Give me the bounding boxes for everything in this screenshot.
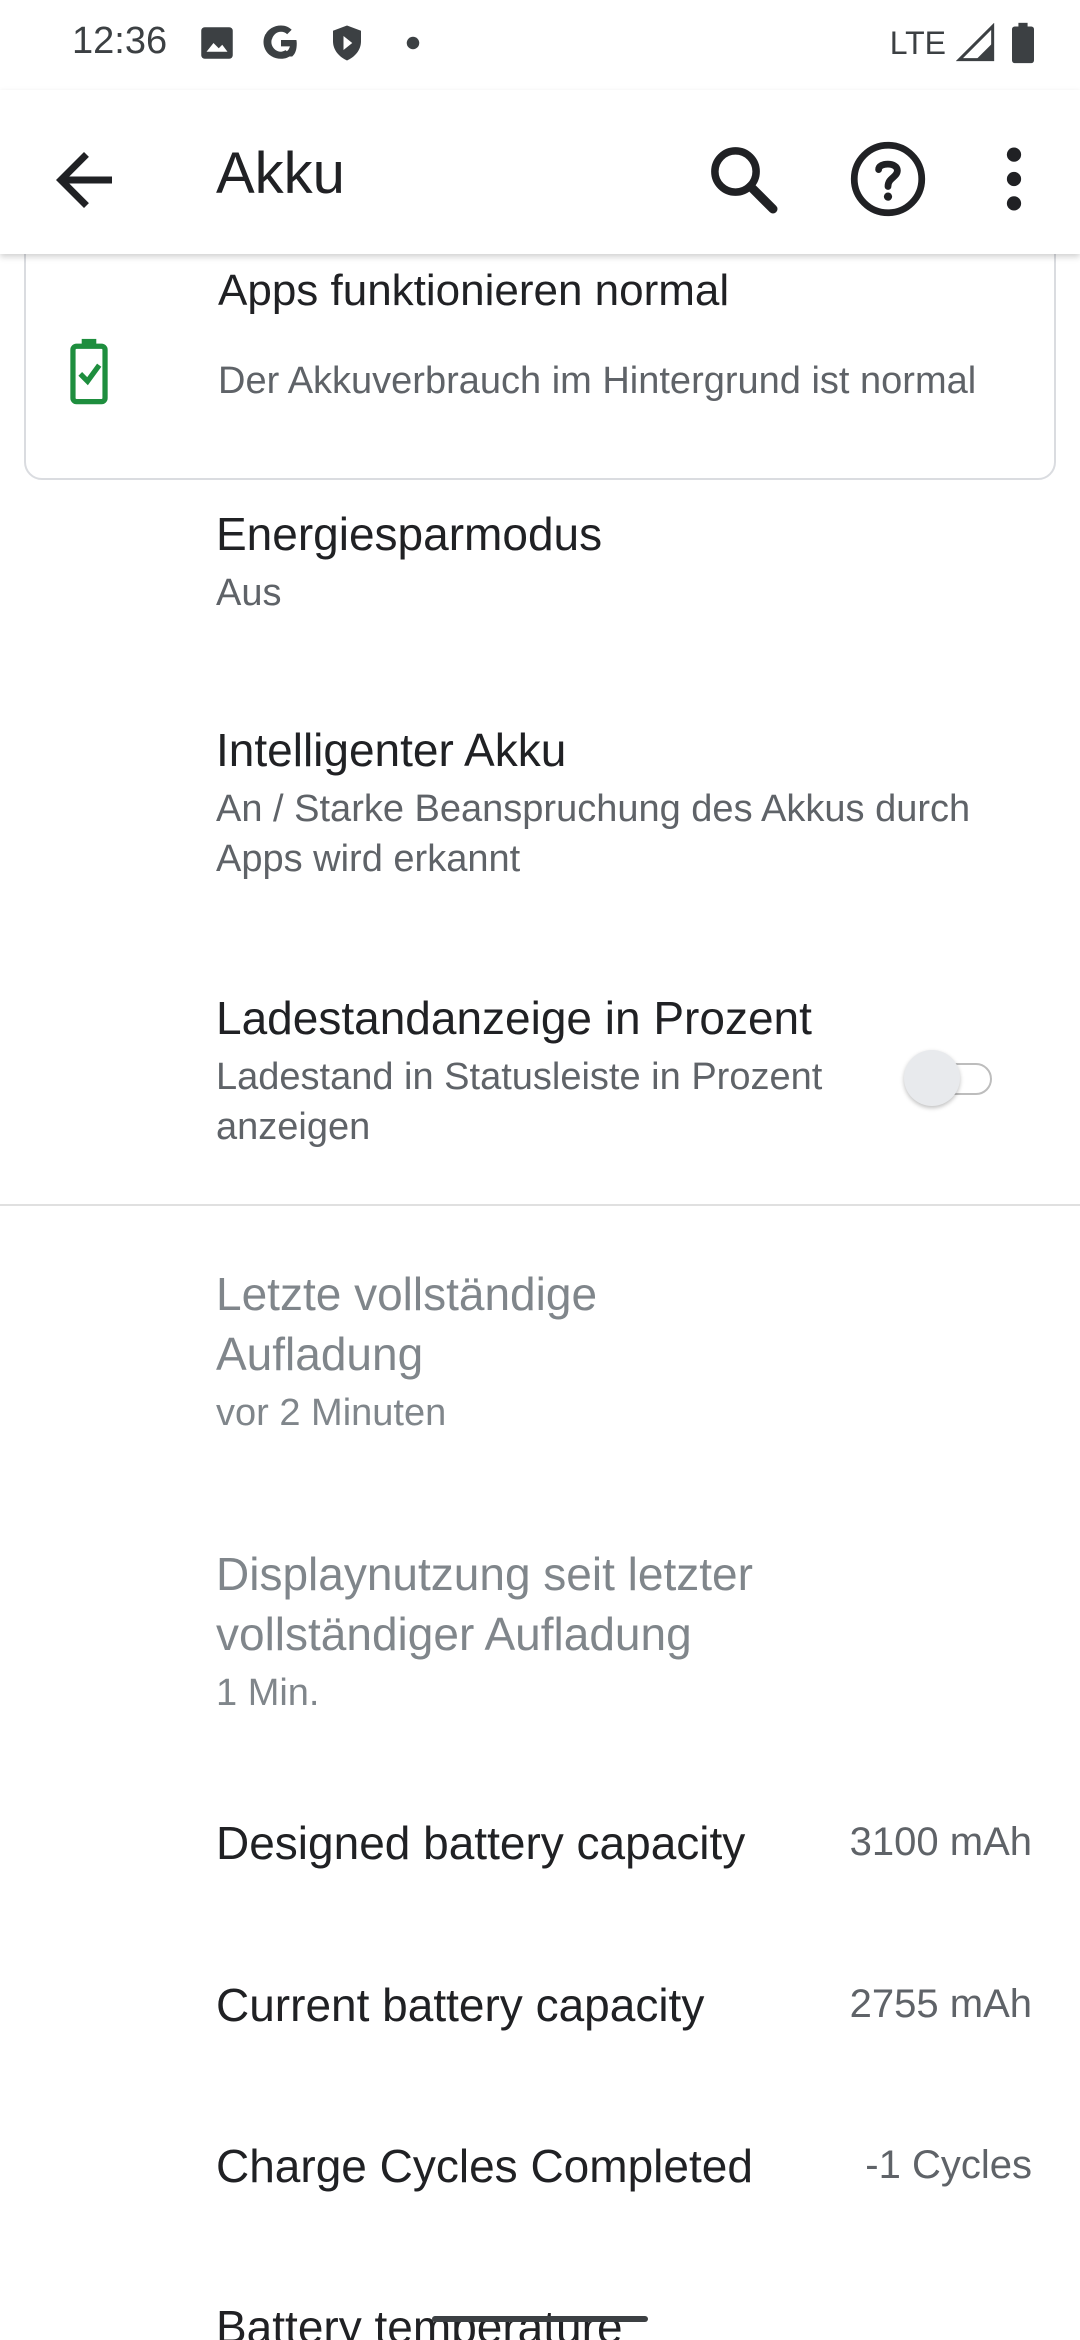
battery-percentage-toggle[interactable]: [904, 1048, 1000, 1108]
stat-charge-cycles: Charge Cycles Completed -1 Cycles: [216, 2139, 1032, 2199]
info-title: Letzte vollständige Aufladung: [216, 1268, 598, 1380]
card-title: Apps funktionieren normal: [218, 266, 730, 315]
stat-label: Charge Cycles Completed: [216, 2140, 753, 2192]
card-subtitle: Der Akkuverbrauch im Hintergrund ist nor…: [218, 360, 977, 402]
gesture-nav-handle[interactable]: [432, 2316, 648, 2322]
settings-list[interactable]: Apps funktionieren normal Der Akkuverbra…: [0, 254, 1080, 2340]
stat-value: 3100 mAh: [849, 1820, 1032, 1864]
setting-summary: Ladestand in Statusleiste in Prozent anz…: [216, 1056, 823, 1148]
battery-status-card[interactable]: Apps funktionieren normal Der Akkuverbra…: [24, 254, 1056, 480]
info-summary: vor 2 Minuten: [216, 1392, 447, 1434]
dot-icon: [406, 36, 420, 50]
back-arrow-icon[interactable]: [42, 138, 126, 222]
stat-current-capacity: Current battery capacity 2755 mAh: [216, 1978, 1032, 2038]
app-bar: Akku: [0, 90, 1080, 254]
setting-energiesparmodus[interactable]: Energiesparmodus Aus: [216, 504, 1016, 618]
more-vert-icon[interactable]: [969, 134, 1059, 224]
network-type: LTE: [889, 24, 946, 61]
setting-ladestandanzeige[interactable]: Ladestandanzeige in Prozent Ladestand in…: [216, 988, 856, 1152]
stat-value: 2755 mAh: [849, 1982, 1032, 2026]
battery-icon: [1012, 22, 1034, 64]
setting-summary: An / Starke Beanspruchung des Akkus durc…: [216, 788, 971, 880]
google-icon: [263, 25, 297, 59]
info-title: Displaynutzung seit letzter vollständige…: [216, 1548, 753, 1660]
stat-value: -1 Cycles: [865, 2143, 1032, 2187]
page-title: Akku: [216, 141, 345, 206]
stat-label: Designed battery capacity: [216, 1817, 746, 1869]
setting-title: Ladestandanzeige in Prozent: [216, 992, 812, 1044]
info-summary: 1 Min.: [216, 1672, 320, 1714]
stat-designed-capacity: Designed battery capacity 3100 mAh: [216, 1816, 1032, 1876]
status-time: 12:36: [72, 20, 168, 62]
battery-ok-icon: [70, 338, 108, 405]
status-right-group: LTE: [890, 18, 1040, 68]
help-icon[interactable]: [843, 134, 933, 224]
setting-title: Intelligenter Akku: [216, 724, 567, 776]
shield-icon: [333, 25, 361, 61]
search-icon[interactable]: [698, 134, 788, 224]
setting-summary: Aus: [216, 572, 282, 614]
section-divider: [0, 1204, 1080, 1206]
image-icon: [201, 27, 233, 59]
setting-intelligenter-akku[interactable]: Intelligenter Akku An / Starke Beanspruc…: [216, 720, 1016, 884]
toggle-thumb: [904, 1050, 960, 1106]
info-last-full-charge: Letzte vollständige Aufladung vor 2 Minu…: [216, 1264, 716, 1438]
stat-label: Current battery capacity: [216, 1979, 705, 2031]
signal-icon: [956, 23, 995, 62]
setting-title: Energiesparmodus: [216, 508, 603, 560]
status-bar: 12:36 LTE: [0, 0, 1080, 90]
info-screen-usage: Displaynutzung seit letzter vollständige…: [216, 1544, 836, 1718]
